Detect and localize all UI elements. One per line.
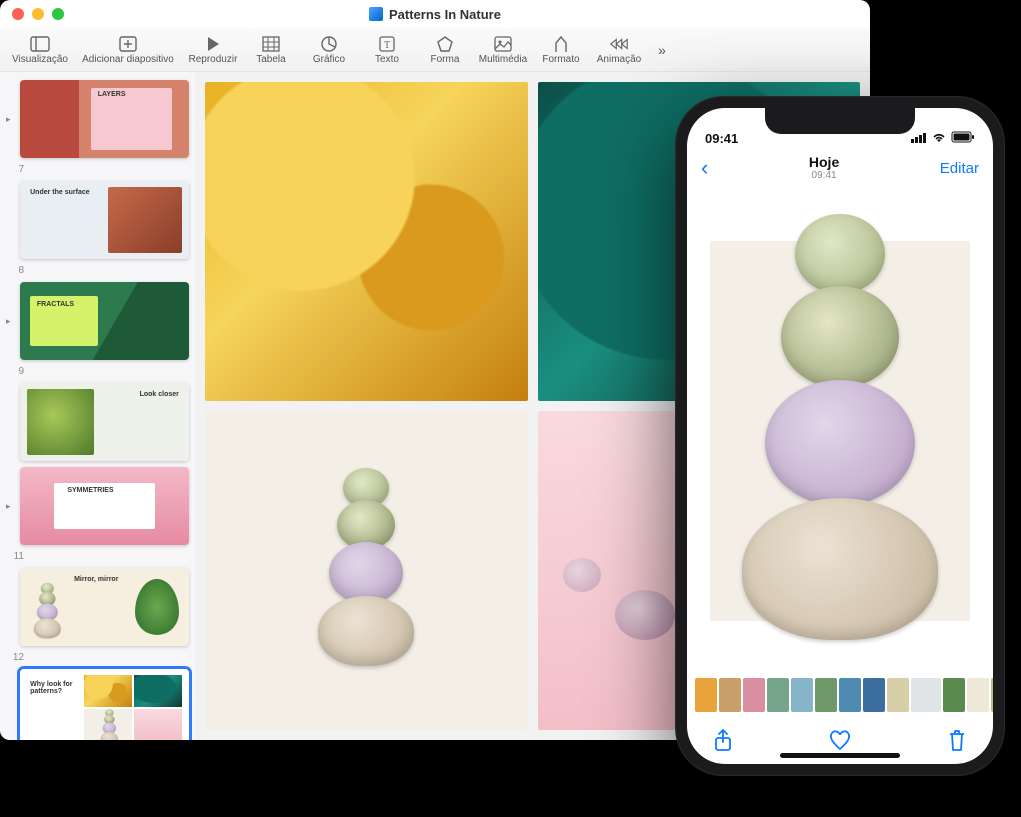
slide-number: 7	[6, 164, 24, 175]
filmstrip-thumb[interactable]	[967, 678, 989, 712]
format-icon	[551, 35, 571, 53]
back-button[interactable]: ‹	[701, 155, 708, 181]
filmstrip-thumb[interactable]	[743, 678, 765, 712]
shape-icon	[435, 35, 455, 53]
text-icon: T	[377, 35, 397, 53]
view-icon	[30, 35, 50, 53]
toolbar-text[interactable]: T Texto	[358, 35, 416, 65]
filmstrip-thumb[interactable]	[863, 678, 885, 712]
filmstrip-thumb[interactable]	[767, 678, 789, 712]
slide-thumbnail[interactable]: Under the surface	[6, 181, 189, 259]
slide-thumbnail[interactable]: ▸ LAYERS	[6, 80, 189, 158]
photo-filmstrip[interactable]	[687, 674, 993, 716]
slide-caption: Under the surface	[30, 189, 90, 196]
window-controls	[12, 8, 64, 20]
slide-number: 11	[6, 551, 24, 562]
toolbar-add-slide[interactable]: Adicionar diapositivo	[72, 35, 184, 65]
toolbar: Visualização Adicionar diapositivo Repro…	[0, 28, 870, 72]
document-icon	[369, 7, 383, 21]
toolbar-media[interactable]: Multimédia	[474, 35, 532, 65]
slide-caption: Look closer	[140, 391, 179, 398]
toolbar-format[interactable]: Formato	[532, 35, 590, 65]
disclosure-triangle-icon[interactable]: ▸	[6, 316, 16, 327]
chart-icon	[319, 35, 339, 53]
toolbar-chart[interactable]: Gráfico	[300, 35, 358, 65]
slide-thumbnail-selected[interactable]: Why look for patterns?	[6, 669, 189, 740]
canvas-image-urchins[interactable]	[205, 411, 528, 730]
disclosure-triangle-icon[interactable]: ▸	[6, 114, 16, 125]
filmstrip-thumb[interactable]	[943, 678, 965, 712]
slide-caption: Why look for patterns?	[30, 681, 81, 695]
toolbar-overflow[interactable]: »	[648, 41, 676, 59]
toolbar-play[interactable]: Reproduzir	[184, 35, 242, 65]
slide-caption: Mirror, mirror	[74, 576, 118, 583]
filmstrip-thumb[interactable]	[911, 678, 941, 712]
slide-number: 8	[6, 265, 24, 276]
slide-navigator[interactable]: ▸ LAYERS 7 Under the surface 8 ▸	[0, 72, 195, 740]
fullscreen-window-button[interactable]	[52, 8, 64, 20]
svg-text:T: T	[384, 40, 390, 51]
cellular-icon	[911, 131, 927, 146]
chevron-double-right-icon: »	[652, 41, 672, 59]
slide-number: 9	[6, 366, 24, 377]
play-icon	[203, 35, 223, 53]
filmstrip-thumb[interactable]	[991, 678, 993, 712]
toolbar-shape[interactable]: Forma	[416, 35, 474, 65]
slide-thumbnail[interactable]: Mirror, mirror	[6, 568, 189, 646]
trash-icon[interactable]	[945, 728, 969, 752]
filmstrip-thumb[interactable]	[839, 678, 861, 712]
toolbar-animate[interactable]: Animação	[590, 35, 648, 65]
slide-thumbnail[interactable]: ▸ SYMMETRIES	[6, 467, 189, 545]
edit-button[interactable]: Editar	[940, 160, 979, 177]
document-title: Patterns In Nature	[389, 7, 501, 22]
slide-thumbnail[interactable]: ▸ FRACTALS	[6, 282, 189, 360]
filmstrip-thumb[interactable]	[887, 678, 909, 712]
status-time: 09:41	[705, 131, 738, 146]
media-icon	[493, 35, 513, 53]
close-window-button[interactable]	[12, 8, 24, 20]
heart-icon[interactable]	[828, 728, 852, 752]
filmstrip-thumb[interactable]	[719, 678, 741, 712]
minimize-window-button[interactable]	[32, 8, 44, 20]
notch	[765, 108, 915, 134]
plus-icon	[118, 35, 138, 53]
disclosure-triangle-icon[interactable]: ▸	[6, 501, 16, 512]
canvas-image-honeycomb[interactable]	[205, 82, 528, 401]
toolbar-view[interactable]: Visualização	[8, 35, 72, 65]
titlebar: Patterns In Nature	[0, 0, 870, 28]
slide-thumbnail[interactable]: Look closer	[6, 383, 189, 461]
iphone-screen: 09:41 ‹ Hoje 09:41 Editar	[687, 108, 993, 764]
slide-number: 12	[6, 652, 24, 663]
filmstrip-thumb[interactable]	[695, 678, 717, 712]
slide-caption: LAYERS	[98, 91, 126, 98]
filmstrip-thumb[interactable]	[791, 678, 813, 712]
home-indicator[interactable]	[780, 753, 900, 758]
navbar-title: Hoje 09:41	[809, 155, 839, 181]
battery-icon	[951, 131, 975, 146]
photos-navbar: ‹ Hoje 09:41 Editar	[687, 148, 993, 188]
iphone-device: 09:41 ‹ Hoje 09:41 Editar	[675, 96, 1005, 776]
animate-icon	[609, 35, 629, 53]
toolbar-table[interactable]: Tabela	[242, 35, 300, 65]
table-icon	[261, 35, 281, 53]
share-icon[interactable]	[711, 728, 735, 752]
filmstrip-thumb[interactable]	[815, 678, 837, 712]
slide-caption: FRACTALS	[37, 301, 74, 308]
wifi-icon	[931, 131, 947, 146]
photo-viewer[interactable]	[687, 188, 993, 674]
slide-caption: SYMMETRIES	[67, 487, 113, 494]
